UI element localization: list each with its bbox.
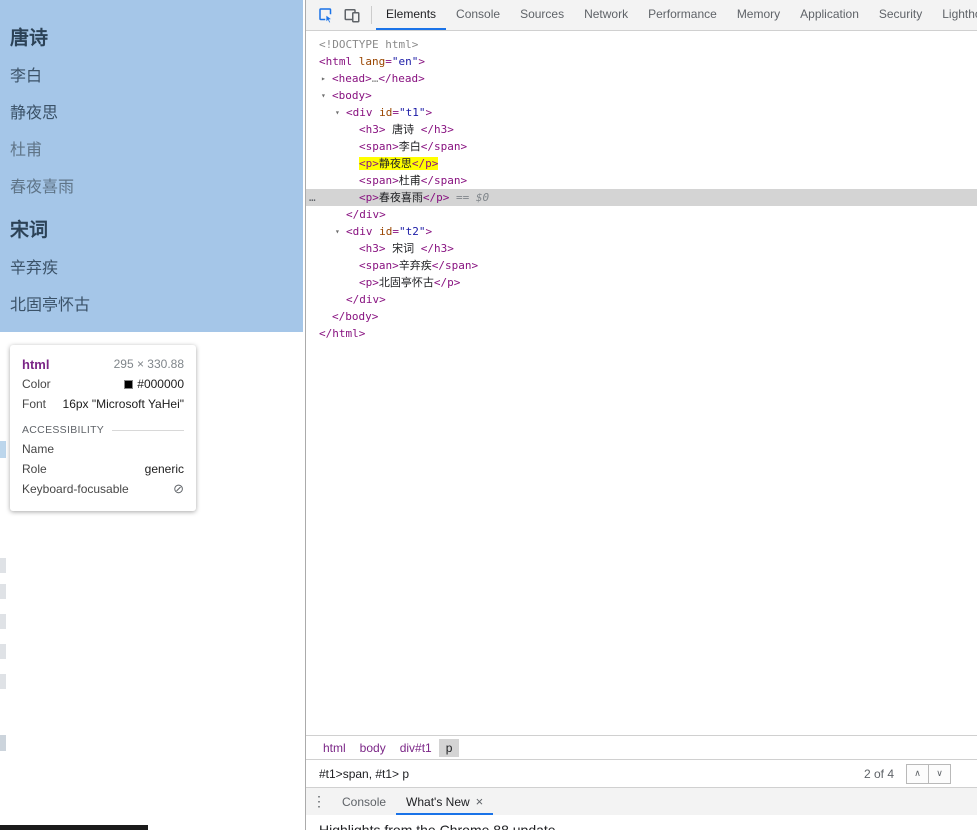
tab-sources[interactable]: Sources <box>510 0 574 30</box>
window-edge-artifact <box>0 614 6 629</box>
tooltip-color-label: Color <box>22 377 51 391</box>
tab-elements[interactable]: Elements <box>376 0 446 30</box>
expand-arrow-icon[interactable]: ▾ <box>335 104 346 121</box>
breadcrumb: html body div#t1 p <box>306 735 977 759</box>
color-swatch <box>124 380 134 389</box>
page-text: 杜甫 <box>10 140 43 159</box>
elements-tree: <!DOCTYPE html> <html lang="en"> ▸ <head>…<… <box>306 31 977 735</box>
dom-tree-node[interactable]: ▾ <div id="t2"> <box>306 223 977 240</box>
devtools-tabs: Elements Console Sources Network Performance… <box>376 0 977 30</box>
screen: 唐诗李白静夜思杜甫春夜喜雨宋词辛弃疾北固亭怀古 html 295 × 330.8… <box>0 0 977 830</box>
breadcrumb-item-p[interactable]: p <box>438 738 460 757</box>
drawer-tab-label: What's New <box>406 794 470 809</box>
drawer-tab-label: Console <box>342 794 387 809</box>
search-input[interactable] <box>306 766 864 781</box>
dom-tree-node[interactable]: ▾ <body> <box>306 87 977 104</box>
previous-match-button[interactable]: ∧ <box>906 763 929 784</box>
dom-tree-node[interactable]: <p>北固亭怀古</p> <box>306 274 977 291</box>
dom-tree-node[interactable]: </html> <box>306 325 977 342</box>
tab-security[interactable]: Security <box>869 0 932 30</box>
devtools-panel: Elements Console Sources Network Performance… <box>305 0 977 830</box>
drawer-tab-what-s-new[interactable]: What's New × <box>396 788 493 815</box>
dom-tree-node[interactable]: ▸ <head>…</head> <box>306 70 977 87</box>
close-icon[interactable]: × <box>476 789 484 815</box>
node-overflow-dots[interactable]: … <box>309 189 316 206</box>
dom-tree-node[interactable]: </div> <box>306 291 977 308</box>
device-toolbar-icon[interactable] <box>339 2 365 28</box>
page-text: 李白 <box>10 66 43 85</box>
tooltip-focusable-label: Keyboard-focusable <box>22 482 129 496</box>
tab-network[interactable]: Network <box>574 0 638 30</box>
tab-application[interactable]: Application <box>790 0 869 30</box>
window-edge-artifact <box>0 674 6 689</box>
drawer-tabs: Console What's New × <box>332 788 493 815</box>
page-text: 辛弃疾 <box>10 258 59 277</box>
drawer-tab-bar: ⋮ Console What's New × <box>306 787 977 815</box>
breadcrumb-item-body[interactable]: body <box>353 739 393 757</box>
not-allowed-icon: ⊘ <box>173 481 184 496</box>
tab-lighthouse[interactable]: Lighthouse <box>932 0 977 30</box>
page-content: 唐诗李白静夜思杜甫春夜喜雨宋词辛弃疾北固亭怀古 <box>10 0 298 316</box>
devtools-toolbar: Elements Console Sources Network Performance… <box>306 0 977 31</box>
next-match-button[interactable]: ∨ <box>928 763 951 784</box>
dom-tree-node[interactable]: </div> <box>306 206 977 223</box>
tooltip-element-tag: html <box>22 356 50 372</box>
dom-tree-node[interactable]: <span>杜甫</span> <box>306 172 977 189</box>
whats-new-content: Highlights from the Chrome 88 update <box>306 815 977 830</box>
breadcrumb-item-div-t1[interactable]: div#t1 <box>393 739 439 757</box>
inspect-element-icon[interactable] <box>313 2 339 28</box>
window-edge-artifact <box>0 644 6 659</box>
dom-tree-node[interactable]: <html lang="en"> <box>306 53 977 70</box>
toolbar-separator <box>371 6 372 24</box>
collapse-arrow-icon[interactable]: ▸ <box>321 70 332 87</box>
tab-memory[interactable]: Memory <box>727 0 790 30</box>
window-edge-artifact <box>0 735 6 751</box>
tooltip-font-value: 16px "Microsoft YaHei" <box>62 397 184 411</box>
dom-tree-node[interactable]: <h3> 宋词 </h3> <box>306 240 977 257</box>
kebab-menu-icon[interactable]: ⋮ <box>306 793 332 810</box>
tab-performance[interactable]: Performance <box>638 0 727 30</box>
bottom-edge-artifact <box>0 825 148 830</box>
tooltip-name-label: Name <box>22 442 55 456</box>
dom-tree-node[interactable]: <span>辛弃疾</span> <box>306 257 977 274</box>
page-text: 春夜喜雨 <box>10 177 75 196</box>
dom-tree-node[interactable]: <span>李白</span> <box>306 138 977 155</box>
whats-new-heading: Highlights from the Chrome 88 update <box>319 822 556 830</box>
inspect-tooltip: html 295 × 330.88 Color #000000 Font 16p… <box>10 345 196 511</box>
dom-tree-node[interactable]: … <p>春夜喜雨</p> == $0 <box>306 189 977 206</box>
tooltip-dimensions: 295 × 330.88 <box>113 357 184 371</box>
search-match-highlight: <p>静夜思</p> <box>359 157 439 170</box>
browser-page: 唐诗李白静夜思杜甫春夜喜雨宋词辛弃疾北固亭怀古 html 295 × 330.8… <box>0 0 305 830</box>
page-heading: 宋词 <box>10 219 49 241</box>
page-heading: 唐诗 <box>10 27 49 49</box>
expand-arrow-icon[interactable]: ▾ <box>321 87 332 104</box>
drawer-tab-console[interactable]: Console <box>332 788 396 815</box>
dom-tree-node[interactable]: </body> <box>306 308 977 325</box>
tooltip-role-label: Role <box>22 462 47 476</box>
page-text: 静夜思 <box>10 103 59 122</box>
window-edge-artifact <box>0 441 6 458</box>
tooltip-accessibility-header: ACCESSIBILITY <box>22 424 184 436</box>
page-text: 北固亭怀古 <box>10 295 91 314</box>
dom-tree-node[interactable]: ▾ <div id="t1"> <box>306 104 977 121</box>
search-match-count: 2 of 4 <box>863 766 894 781</box>
tooltip-font-label: Font <box>22 397 47 411</box>
elements-search-bar: 2 of 4 ∧ ∨ <box>306 759 977 787</box>
tab-console[interactable]: Console <box>446 0 510 30</box>
breadcrumb-item-html[interactable]: html <box>316 739 353 757</box>
dom-tree-node[interactable]: <h3> 唐诗 </h3> <box>306 121 977 138</box>
tooltip-color-value: #000000 <box>137 377 184 391</box>
divider <box>112 429 184 431</box>
dom-tree-node[interactable]: <p>静夜思</p> <box>306 155 977 172</box>
window-edge-artifact <box>0 558 6 573</box>
expand-arrow-icon[interactable]: ▾ <box>335 223 346 240</box>
tooltip-role-value: generic <box>144 462 184 476</box>
window-edge-artifact <box>0 584 6 599</box>
dom-tree-node[interactable]: <!DOCTYPE html> <box>306 36 977 53</box>
